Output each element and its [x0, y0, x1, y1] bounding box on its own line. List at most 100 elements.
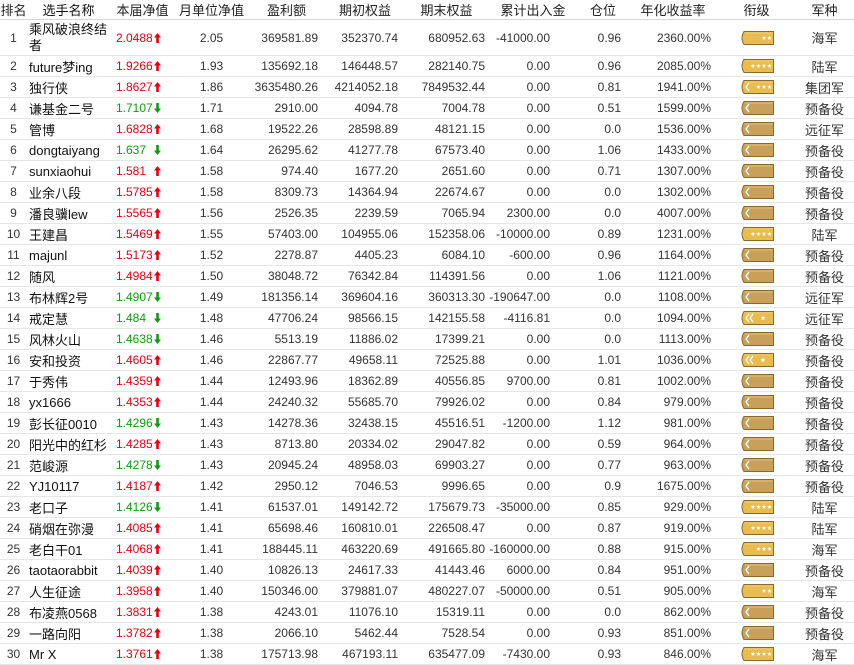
rank-cell: 24 — [6, 521, 21, 535]
player-name-link[interactable]: 王建昌 — [29, 225, 68, 244]
start-equity-cell: 32438.15 — [347, 416, 398, 430]
end-equity-cell: 48121.15 — [434, 122, 485, 136]
player-name-link[interactable]: 戒定慧 — [29, 309, 68, 328]
monthly-nav-cell: 1.38 — [199, 647, 224, 661]
player-name-link[interactable]: 老口子 — [29, 498, 68, 517]
net-value: 1.4285 — [116, 437, 153, 451]
annual-return-cell: 1231.00% — [656, 227, 711, 241]
player-name-link[interactable]: 乘风破浪终结者 — [29, 22, 110, 54]
net-value: 1.4187 — [116, 479, 153, 493]
branch-cell: 远征军 — [804, 311, 844, 327]
start-equity-cell: 4094.78 — [354, 101, 398, 115]
rank-cell: 25 — [6, 542, 21, 556]
player-name-cell: 阳光中的红杉 — [27, 434, 110, 454]
rank-insignia-cell — [718, 455, 795, 475]
player-name-link[interactable]: 老白干01 — [29, 540, 82, 559]
rank-cell: 15 — [6, 332, 21, 346]
annual-return-cell: 1599.00% — [656, 101, 711, 115]
monthly-nav-cell: 1.40 — [199, 563, 224, 577]
profit-cell: 61537.01 — [267, 500, 318, 514]
header-monthly-nav: 月单位净值 — [178, 3, 244, 18]
annual-return-cell: 1433.00% — [656, 143, 711, 157]
player-name-link[interactable]: dongtaiyang — [29, 143, 100, 158]
table-row: 9 潘良骥lew 1.5565 1.56 2526.35 2239.59 7065.94 23… — [0, 203, 854, 224]
player-name-link[interactable]: 布林辉2号 — [29, 288, 88, 307]
net-value-cell: 1.4278 — [110, 455, 175, 475]
player-name-link[interactable]: YJ10117 — [29, 479, 79, 494]
player-name-link[interactable]: 风林火山 — [29, 330, 81, 349]
player-name-link[interactable]: future梦ing — [29, 57, 93, 76]
net-value-cell: 1.4984 — [110, 266, 175, 286]
player-name-cell: 安和投资 — [27, 350, 110, 370]
player-name-link[interactable]: 布凌燕0568 — [29, 603, 97, 622]
player-name-link[interactable]: 范峻源 — [29, 456, 68, 475]
table-row: 22 YJ10117 1.4187 1.42 2950.12 7046.53 9996.65… — [0, 476, 854, 497]
rank-cell: 5 — [10, 122, 17, 136]
net-flow-cell: 0.00 — [526, 269, 550, 283]
position-cell: 0.96 — [597, 59, 621, 73]
player-name-link[interactable]: 业余八段 — [29, 183, 81, 202]
profit-cell: 2950.12 — [274, 479, 318, 493]
monthly-nav-cell: 1.49 — [199, 290, 224, 304]
trend-up-icon — [154, 208, 161, 218]
net-value: 1.4353 — [116, 395, 153, 409]
rank-insignia-icon — [739, 30, 775, 46]
rank-insignia-cell — [718, 287, 795, 307]
net-value: 1.5173 — [116, 248, 153, 262]
branch-cell: 集团军 — [804, 80, 844, 96]
player-name-link[interactable]: 潘良骥lew — [29, 204, 88, 223]
player-name-link[interactable]: 安和投资 — [29, 351, 81, 370]
net-value: 1.9266 — [116, 59, 153, 73]
rank-insignia-cell — [718, 203, 795, 223]
player-name-link[interactable]: 随风 — [29, 267, 55, 286]
player-name-link[interactable]: 硝烟在弥漫 — [29, 519, 94, 538]
player-name-link[interactable]: majunl — [29, 248, 67, 263]
rank-cell: 12 — [6, 269, 21, 283]
rank-cell: 8 — [10, 185, 17, 199]
monthly-nav-cell: 1.41 — [199, 521, 224, 535]
branch-cell: 预备役 — [804, 143, 844, 159]
player-name-link[interactable]: yx1666 — [29, 395, 71, 410]
player-name-link[interactable]: 独行侠 — [29, 78, 68, 97]
player-name-link[interactable]: 谦基金二号 — [29, 99, 94, 118]
net-value-cell: 1.5565 — [110, 203, 175, 223]
player-name-link[interactable]: 彭长征0010 — [29, 414, 97, 433]
player-name-cell: taotaorabbit — [27, 560, 110, 580]
trend-up-icon — [154, 481, 161, 491]
net-value-cell: 1.4068 — [110, 539, 175, 559]
net-flow-cell: 9700.00 — [506, 374, 550, 388]
end-equity-cell: 7065.94 — [441, 206, 485, 220]
player-name-link[interactable]: 管博 — [29, 120, 55, 139]
annual-return-cell: 846.00% — [663, 647, 711, 661]
start-equity-cell: 18362.89 — [347, 374, 398, 388]
position-cell: 0.81 — [597, 374, 621, 388]
net-flow-cell: 0.00 — [526, 479, 550, 493]
start-equity-cell: 41277.78 — [347, 143, 398, 157]
player-name-link[interactable]: Mr X — [29, 647, 56, 662]
player-name-link[interactable]: taotaorabbit — [29, 563, 98, 578]
player-name-link[interactable]: 一路向阳 — [29, 624, 81, 643]
net-value-cell: 1.4296 — [110, 413, 175, 433]
trend-down-icon — [154, 460, 161, 470]
table-row: 11 majunl 1.5173 1.52 2278.87 4405.23 6084.10 -… — [0, 245, 854, 266]
rank-insignia-icon — [739, 562, 775, 578]
table-row: 18 yx1666 1.4353 1.44 24240.32 55685.70 79926.… — [0, 392, 854, 413]
annual-return-cell: 1036.00% — [656, 353, 711, 367]
start-equity-cell: 98566.15 — [347, 311, 398, 325]
profit-cell: 65698.46 — [267, 521, 318, 535]
net-value: 1.8627 — [116, 80, 153, 94]
start-equity-cell: 76342.84 — [347, 269, 398, 283]
end-equity-cell: 45516.51 — [434, 416, 485, 430]
player-name-link[interactable]: 阳光中的红杉 — [29, 435, 107, 454]
player-name-link[interactable]: 于秀伟 — [29, 372, 68, 391]
end-equity-cell: 7004.78 — [441, 101, 485, 115]
profit-cell: 2910.00 — [274, 101, 318, 115]
net-flow-cell: -1200.00 — [502, 416, 550, 430]
rank-insignia-cell — [718, 161, 795, 181]
player-name-link[interactable]: sunxiaohui — [29, 164, 91, 179]
player-name-link[interactable]: 人生征途 — [29, 582, 81, 601]
player-name-cell: 人生征途 — [27, 581, 110, 601]
net-value-cell: 1.3958 — [110, 581, 175, 601]
monthly-nav-cell: 1.48 — [199, 311, 224, 325]
net-flow-cell: 0.00 — [526, 605, 550, 619]
